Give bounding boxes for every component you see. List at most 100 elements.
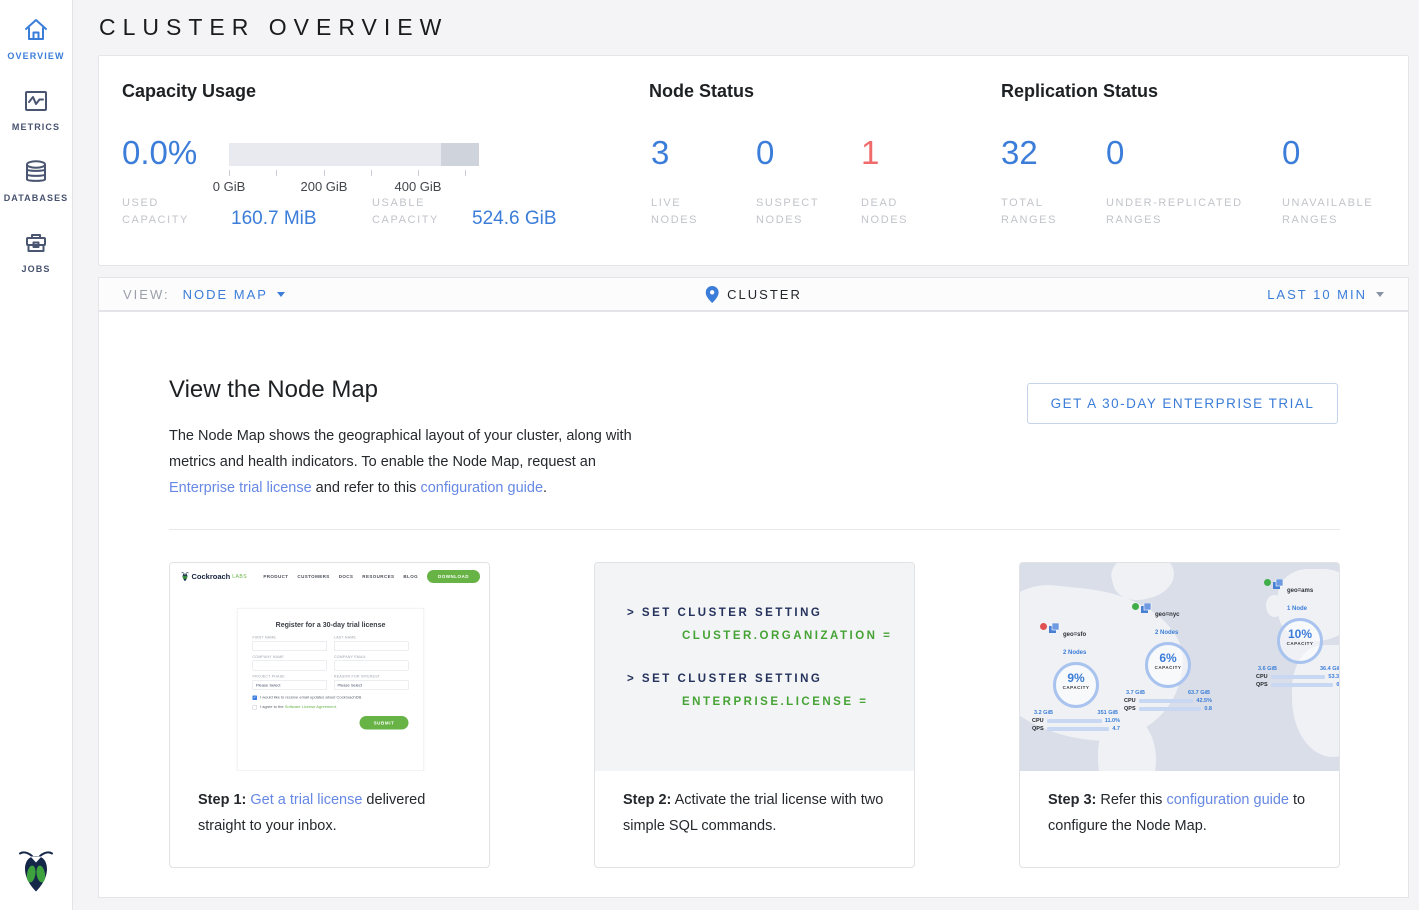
cockroachdb-logo-icon — [18, 847, 54, 898]
view-bar: VIEW: NODE MAP CLUSTER LAST 10 MIN — [98, 277, 1409, 311]
description-text: The Node Map shows the geographical layo… — [169, 428, 632, 470]
configuration-guide-link[interactable]: configuration guide — [420, 480, 543, 496]
step2-card: > SET CLUSTER SETTING CLUSTER.ORGANIZATI… — [594, 562, 915, 868]
step1-card: Cockroach LABS PRODUCT CUSTOMERS DOCS RE… — [169, 562, 490, 868]
mini-company-name-input — [253, 661, 328, 671]
metrics-icon — [0, 87, 72, 115]
usable-capacity-value: 524.6 GiB — [472, 208, 557, 230]
under-replicated-ranges-count: 0 — [1106, 134, 1124, 172]
divider — [169, 529, 1340, 530]
node-map-description: The Node Map shows the geographical layo… — [169, 423, 641, 501]
steps-row: Cockroach LABS PRODUCT CUSTOMERS DOCS RE… — [169, 562, 1340, 868]
mini-nav-product: PRODUCT — [263, 574, 288, 579]
suspect-nodes-count: 0 — [756, 134, 774, 172]
nodes-cube-icon — [1273, 579, 1284, 590]
node-map-title: View the Node Map — [169, 376, 378, 404]
sql-arg-license: ENTERPRISE.LICENSE = — [682, 696, 914, 708]
breadcrumb: CLUSTER — [705, 286, 802, 303]
mini-optin-checkbox: ✓ — [253, 696, 258, 701]
capacity-usage-title: Capacity Usage — [122, 81, 256, 102]
mini-nav-customers: CUSTOMERS — [297, 574, 329, 579]
step2-caption: Step 2: Activate the trial license with … — [595, 771, 914, 839]
map-marker-nyc: geo=nyc 2 Nodes 6% CAPACITY 3.7 GiB63.7 … — [1124, 603, 1212, 712]
mini-submit-button: SUBMIT — [360, 716, 409, 730]
map-marker-sfo: geo=sfo 2 Nodes 9% CAPACITY 3.2 GiB351 G… — [1032, 623, 1120, 732]
sql-command: SET CLUSTER SETTING — [642, 673, 822, 685]
sql-prompt: > — [627, 607, 636, 619]
step3-card: geo=sfo 2 Nodes 9% CAPACITY 3.2 GiB351 G… — [1019, 562, 1340, 868]
mini-last-name-input — [334, 641, 409, 651]
time-range-dropdown[interactable]: LAST 10 MIN — [1267, 287, 1384, 302]
step3-caption: Step 3: Refer this configuration guide t… — [1020, 771, 1339, 839]
dead-nodes-count: 1 — [861, 134, 879, 172]
sql-command: SET CLUSTER SETTING — [642, 607, 822, 619]
status-live-icon — [1264, 579, 1271, 586]
map-pin-icon — [705, 286, 718, 303]
nodes-cube-icon — [1141, 603, 1152, 614]
sidebar-item-overview[interactable]: OVERVIEW — [0, 0, 72, 71]
live-nodes-count: 3 — [651, 134, 669, 172]
mini-nav-docs: DOCS — [339, 574, 354, 579]
capacity-gauge: 9% CAPACITY — [1053, 662, 1099, 708]
capacity-tick-200: 200 GiB — [301, 179, 348, 194]
description-text: . — [543, 480, 547, 496]
capacity-bar-reserved-segment — [441, 143, 479, 166]
home-icon — [0, 16, 72, 44]
page-title: CLUSTER OVERVIEW — [99, 14, 448, 41]
suspect-nodes-label: SUSPECT NODES — [756, 195, 828, 229]
view-label: VIEW: — [123, 287, 170, 302]
sidebar-item-metrics[interactable]: METRICS — [0, 71, 72, 142]
mini-first-name-input — [253, 641, 328, 651]
view-selector-value: NODE MAP — [183, 287, 268, 302]
total-ranges-count: 32 — [1001, 134, 1038, 172]
under-replicated-ranges-label: UNDER-REPLICATED RANGES — [1106, 195, 1266, 229]
get-trial-license-link[interactable]: Get a trial license — [250, 792, 362, 808]
databases-icon — [0, 158, 72, 186]
replication-status-title: Replication Status — [1001, 81, 1158, 102]
enterprise-trial-license-link[interactable]: Enterprise trial license — [169, 480, 312, 496]
used-capacity-label: USED CAPACITY — [122, 195, 208, 229]
mini-agree-checkbox — [253, 705, 258, 710]
step3-node-map-preview: geo=sfo 2 Nodes 9% CAPACITY 3.2 GiB351 G… — [1020, 563, 1339, 771]
mini-trial-form: Register for a 30-day trial license FIRS… — [237, 608, 424, 771]
time-range-value: LAST 10 MIN — [1267, 287, 1367, 302]
step2-sql-snippet: > SET CLUSTER SETTING CLUSTER.ORGANIZATI… — [595, 563, 914, 771]
capacity-tick-0: 0 GiB — [213, 179, 246, 194]
mini-license-agreement-link: Software License Agreement. — [285, 705, 337, 710]
sidebar: OVERVIEW METRICS DATABASES — [0, 0, 73, 910]
sql-prompt: > — [627, 673, 636, 685]
capacity-tick-400: 400 GiB — [395, 179, 442, 194]
mini-form-title: Register for a 30-day trial license — [253, 621, 409, 629]
usable-capacity-label: USABLE CAPACITY — [372, 195, 458, 229]
status-dead-icon — [1040, 623, 1047, 630]
used-capacity-value: 160.7 MiB — [231, 208, 317, 230]
description-text: and refer to this — [312, 480, 421, 496]
cockroach-bug-icon — [181, 572, 189, 582]
total-ranges-label: TOTAL RANGES — [1001, 195, 1071, 229]
unavailable-ranges-label: UNAVAILABLE RANGES — [1282, 195, 1392, 229]
status-live-icon — [1132, 603, 1139, 610]
sidebar-item-databases[interactable]: DATABASES — [0, 142, 72, 213]
capacity-bar — [229, 143, 479, 166]
mini-nav-blog: BLOG — [403, 574, 418, 579]
mini-reason-select: Please Select — [334, 680, 409, 690]
capacity-gauge: 6% CAPACITY — [1145, 642, 1191, 688]
breadcrumb-location: CLUSTER — [727, 287, 802, 302]
configuration-guide-link[interactable]: configuration guide — [1166, 792, 1289, 808]
chevron-down-icon — [1376, 292, 1384, 297]
enterprise-trial-button[interactable]: GET A 30-DAY ENTERPRISE TRIAL — [1027, 383, 1338, 424]
cluster-stats-card: Capacity Usage 0.0% 0 GiB 200 GiB 400 Gi… — [98, 55, 1409, 266]
sidebar-item-label: DATABASES — [0, 193, 72, 203]
mini-company-email-input — [334, 661, 409, 671]
mini-site-logo: Cockroach LABS — [181, 572, 247, 582]
sidebar-item-label: METRICS — [0, 122, 72, 132]
jobs-icon — [0, 229, 72, 257]
step1-caption: Step 1: Get a trial license delivered st… — [170, 771, 489, 839]
live-nodes-label: LIVE NODES — [651, 195, 721, 229]
view-selector-dropdown[interactable]: NODE MAP — [183, 287, 285, 302]
mini-download-button: DOWNLOAD — [427, 570, 480, 583]
capacity-gauge: 10% CAPACITY — [1277, 618, 1323, 664]
sidebar-item-jobs[interactable]: JOBS — [0, 213, 72, 284]
sql-arg-organization: CLUSTER.ORGANIZATION = — [682, 630, 914, 642]
mini-project-phase-select: Please Select — [253, 680, 328, 690]
